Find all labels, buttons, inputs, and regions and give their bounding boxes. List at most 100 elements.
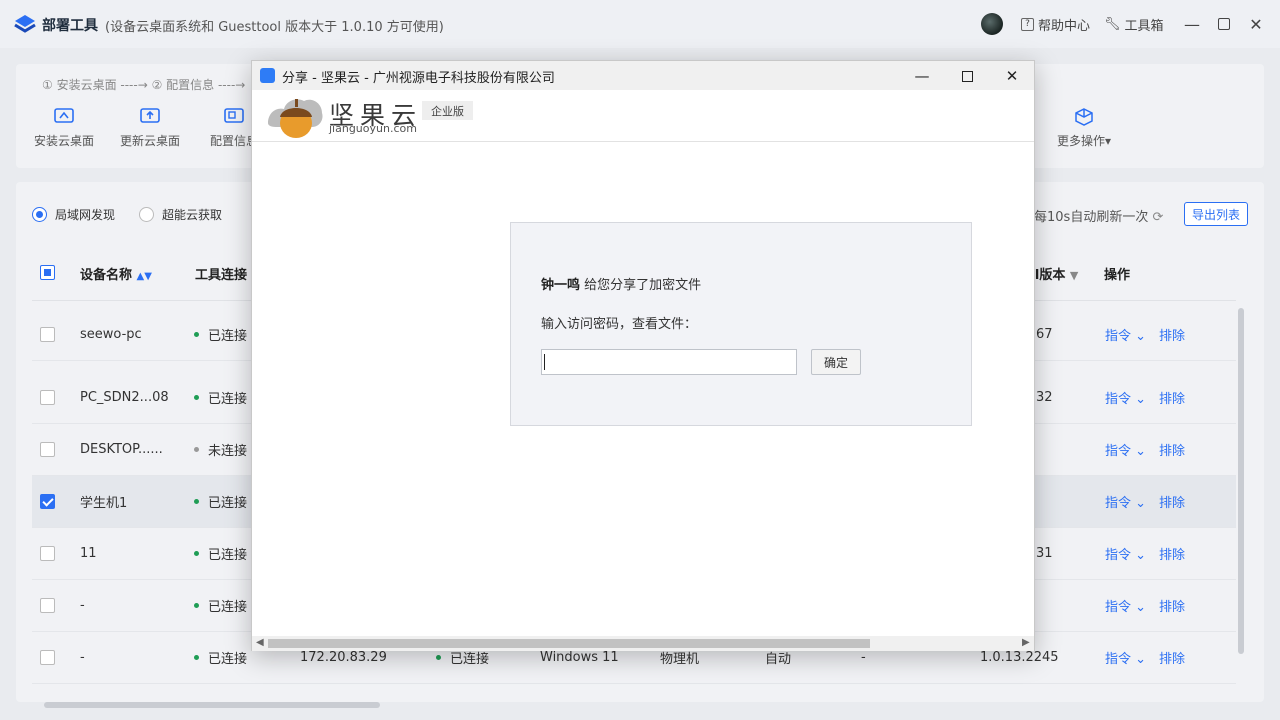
dialog-titlebar: 分享 - 坚果云 - 广州视源电子科技股份有限公司 — ✕ — [252, 61, 1034, 90]
status-dot — [194, 603, 199, 608]
status-dot — [194, 332, 199, 337]
update-label: 更新云桌面 — [119, 134, 180, 148]
tool-status: 已连接 — [194, 476, 247, 527]
col-operations: 操作 — [1104, 268, 1131, 283]
dialog-horizontal-scrollbar[interactable]: ◀ ▶ — [252, 636, 1034, 651]
update-desktop-button[interactable]: 更新云桌面 — [110, 108, 190, 149]
install-desktop-button[interactable]: 安装云桌面 — [24, 108, 104, 149]
auto-refresh-text: 每10s自动刷新一次 ⟳ — [1034, 206, 1163, 225]
tool-status: 未连接 — [194, 424, 247, 475]
exclude-link[interactable]: 排除 — [1159, 580, 1185, 631]
refresh-icon[interactable]: ⟳ — [1152, 210, 1163, 225]
update-icon — [140, 108, 160, 123]
table-vertical-scrollbar[interactable] — [1238, 308, 1244, 654]
jianguoyun-app-icon — [260, 68, 275, 83]
scrollbar-thumb[interactable] — [268, 639, 870, 648]
dialog-minimize-button[interactable]: — — [902, 63, 942, 89]
toolbox-link[interactable]: 🔧︎ 工具箱 — [1104, 15, 1164, 34]
status-dot — [194, 447, 199, 452]
row-checkbox[interactable] — [40, 494, 55, 509]
avatar[interactable] — [981, 13, 1003, 35]
help-center-link[interactable]: ? 帮助中心 — [1021, 15, 1090, 34]
exclude-link[interactable]: 排除 — [1159, 424, 1185, 475]
confirm-button[interactable]: 确定 — [811, 349, 861, 375]
command-dropdown[interactable]: 指令 ⌄ — [1105, 309, 1146, 360]
text-caret — [544, 354, 545, 370]
table-horizontal-scrollbar[interactable] — [44, 702, 380, 708]
dialog-close-button[interactable]: ✕ — [992, 63, 1032, 89]
tool-status: 已连接 — [194, 372, 247, 423]
acorn-logo-icon — [268, 99, 323, 138]
radio-lan[interactable] — [32, 207, 47, 222]
exclude-link[interactable]: 排除 — [1159, 476, 1185, 527]
tool-status-text: 已连接 — [208, 600, 248, 615]
app-logo-icon — [14, 15, 36, 33]
exclude-link[interactable]: 排除 — [1159, 372, 1185, 423]
access-password-input[interactable] — [541, 349, 797, 375]
maximize-icon — [961, 70, 973, 82]
device-name: - — [80, 650, 85, 665]
row-checkbox[interactable] — [40, 390, 55, 405]
row-checkbox[interactable] — [40, 327, 55, 342]
status-dot — [194, 551, 199, 556]
select-all-checkbox[interactable] — [40, 265, 55, 280]
app-close-button[interactable]: ✕ — [1244, 12, 1268, 36]
command-dropdown[interactable]: 指令 ⌄ — [1105, 476, 1146, 527]
tool-status: 已连接 — [194, 309, 247, 360]
row-checkbox[interactable] — [40, 598, 55, 613]
command-dropdown[interactable]: 指令 ⌄ — [1105, 580, 1146, 631]
share-dialog: 分享 - 坚果云 - 广州视源电子科技股份有限公司 — ✕ 坚果云 jiangu… — [251, 60, 1035, 651]
app-titlebar: 部署工具 (设备云桌面系统和 Guesttool 版本大于 1.0.10 方可使… — [0, 0, 1280, 48]
exclude-link[interactable]: 排除 — [1159, 528, 1185, 579]
row-checkbox[interactable] — [40, 650, 55, 665]
dialog-title: 分享 - 坚果云 - 广州视源电子科技股份有限公司 — [282, 71, 555, 86]
version-cell: 32 — [1036, 390, 1053, 405]
col-device-name[interactable]: 设备名称 ▲▼ — [80, 264, 152, 283]
row-checkbox[interactable] — [40, 546, 55, 561]
radio-cloud[interactable] — [139, 207, 155, 222]
row-checkbox[interactable] — [40, 442, 55, 457]
tool-status-text: 已连接 — [208, 548, 248, 563]
scroll-left-icon[interactable]: ◀ — [256, 637, 264, 648]
device-name: seewo-pc — [80, 327, 142, 342]
exclude-link[interactable]: 排除 — [1159, 309, 1185, 360]
command-dropdown[interactable]: 指令 ⌄ — [1105, 528, 1146, 579]
maximize-icon — [1218, 18, 1230, 30]
tool-status: 已连接 — [194, 580, 247, 631]
sort-icon[interactable]: ▲▼ — [137, 271, 152, 282]
export-list-button[interactable]: 导出列表 — [1184, 202, 1248, 226]
dialog-maximize-button[interactable] — [947, 63, 987, 89]
command-dropdown[interactable]: 指令 ⌄ — [1105, 372, 1146, 423]
device-name: - — [80, 598, 85, 613]
tool-status-text: 未连接 — [208, 444, 248, 459]
filter-icon[interactable]: ▼ — [1070, 269, 1078, 282]
brand-url: jianguoyun.com — [329, 122, 417, 135]
status-dot — [194, 395, 199, 400]
device-name: 学生机1 — [80, 496, 128, 511]
col-device-name-label: 设备名称 — [80, 268, 133, 283]
version-cell: 67 — [1036, 327, 1053, 342]
radio-lan-label: 局域网发现 — [55, 208, 116, 222]
share-message-text: 给您分享了加密文件 — [580, 278, 702, 293]
scroll-right-icon[interactable]: ▶ — [1022, 637, 1030, 648]
app-subtitle: (设备云桌面系统和 Guesttool 版本大于 1.0.10 方可使用) — [105, 20, 444, 35]
install-label: 安装云桌面 — [33, 134, 94, 148]
app-maximize-button[interactable] — [1212, 12, 1236, 36]
share-password-panel: 钟一鸣 给您分享了加密文件 输入访问密码，查看文件： 确定 — [510, 222, 972, 426]
tool-status-text: 已连接 — [208, 652, 248, 667]
install-icon — [54, 108, 74, 123]
password-prompt: 输入访问密码，查看文件： — [541, 317, 698, 332]
version-cell: 31 — [1036, 546, 1053, 561]
command-dropdown[interactable]: 指令 ⌄ — [1105, 424, 1146, 475]
tool-status-text: 已连接 — [208, 392, 248, 407]
command-dropdown[interactable]: 指令 ⌄ — [1105, 632, 1146, 683]
status-dot — [194, 499, 199, 504]
app-minimize-button[interactable]: — — [1180, 12, 1204, 36]
exclude-link[interactable]: 排除 — [1159, 632, 1185, 683]
discover-mode-group: 局域网发现 超能云获取 — [32, 206, 222, 223]
more-actions-button[interactable]: 更多操作▾ — [1044, 108, 1124, 149]
status-dot — [436, 655, 441, 660]
auto-refresh-label: 每10s自动刷新一次 — [1034, 210, 1149, 225]
more-actions-label: 更多操作▾ — [1056, 134, 1112, 148]
tool-status: 已连接 — [194, 632, 247, 683]
